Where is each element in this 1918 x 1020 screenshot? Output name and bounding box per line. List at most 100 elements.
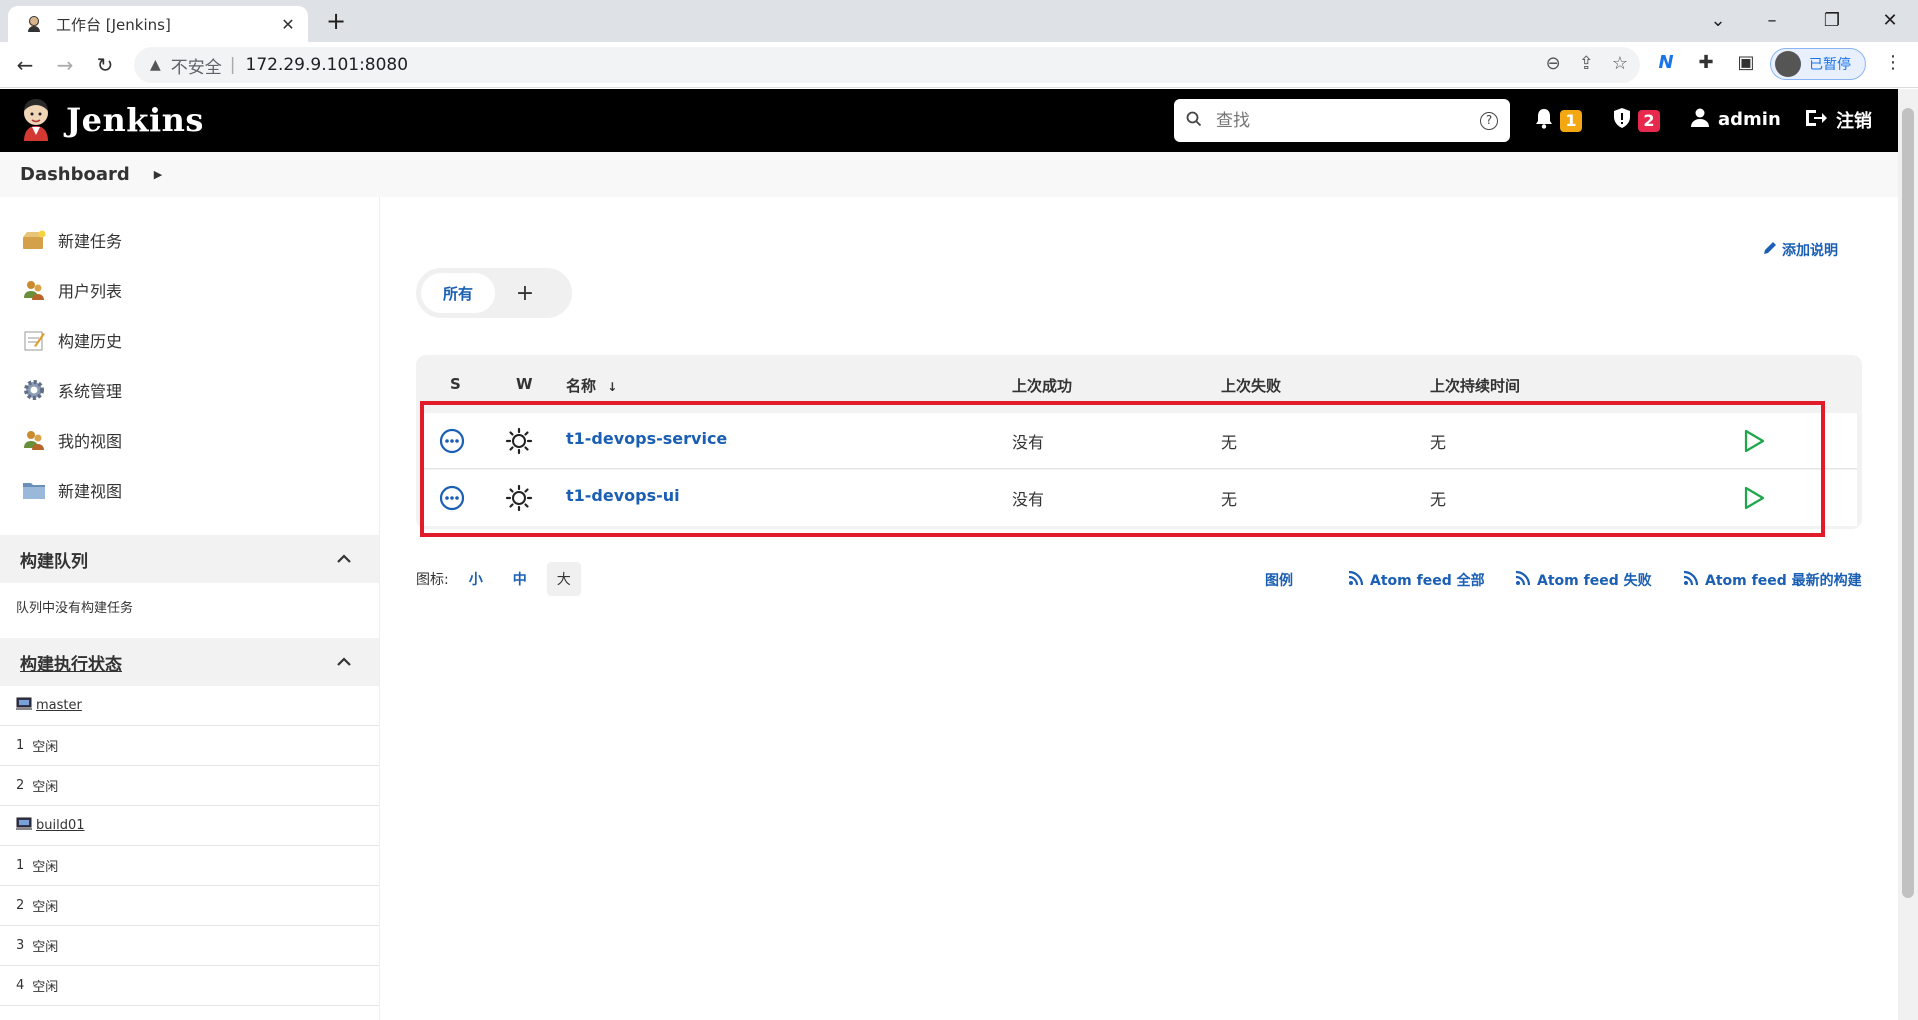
security-button[interactable]: 2 — [1612, 107, 1660, 134]
search-box[interactable]: ? — [1174, 99, 1510, 142]
notifications-badge: 1 — [1560, 109, 1582, 132]
search-help-icon[interactable]: ? — [1480, 111, 1498, 130]
gear-icon — [22, 378, 46, 402]
executor-slot: 1 空闲 — [0, 726, 379, 766]
node-build01[interactable]: build01 — [0, 806, 379, 846]
column-header-last-duration[interactable]: 上次持续时间 — [1430, 375, 1520, 396]
new-tab-button[interactable]: + — [322, 8, 350, 36]
browser-tab-strip: 工作台 [Jenkins] ✕ + ⌄ – ❐ ✕ — [0, 0, 1918, 42]
security-badge: 2 — [1638, 109, 1660, 132]
computer-icon — [16, 817, 32, 835]
minimize-button[interactable]: – — [1752, 6, 1792, 36]
column-header-status[interactable]: S — [450, 375, 461, 393]
jenkins-logo[interactable]: Jenkins — [18, 97, 204, 143]
insecure-label: 不安全 — [170, 57, 222, 78]
column-header-name[interactable]: 名称 ↓ — [566, 375, 617, 396]
atom-feed-latest-link[interactable]: Atom feed 最新的构建 — [1683, 570, 1862, 590]
executors-header[interactable]: 构建执行状态 — [0, 638, 379, 686]
sort-arrow-icon: ↓ — [607, 380, 618, 394]
extensions-puzzle-icon[interactable]: ✚ — [1693, 52, 1719, 73]
logout-button[interactable]: 注销 — [1804, 107, 1872, 133]
breadcrumb-dashboard[interactable]: Dashboard — [20, 164, 130, 185]
sidebar-item-build-history[interactable]: 构建历史 — [0, 315, 379, 365]
executor-number: 2 — [16, 778, 25, 793]
icon-size-label: 图标: — [416, 572, 449, 588]
executor-slot: 2 空闲 — [0, 766, 379, 806]
computer-icon — [16, 697, 32, 715]
page-scrollbar-thumb[interactable] — [1902, 108, 1914, 898]
executor-slot: 3 空闲 — [0, 926, 379, 966]
browser-menu-icon[interactable]: ⋮ — [1880, 52, 1906, 73]
new-item-icon — [22, 228, 46, 252]
collapse-chevron-icon[interactable] — [337, 549, 351, 569]
sidebar-item-users[interactable]: 用户列表 — [0, 265, 379, 315]
user-button[interactable]: admin — [1690, 107, 1781, 132]
node-name: build01 — [36, 818, 85, 833]
extension-n-icon[interactable]: N — [1653, 52, 1679, 73]
tab-all[interactable]: 所有 — [421, 273, 495, 313]
executor-slot: 2 空闲 — [0, 886, 379, 926]
icon-size-large[interactable]: 大 — [546, 562, 581, 596]
pencil-icon — [1762, 240, 1778, 260]
sidebar-item-manage[interactable]: 系统管理 — [0, 365, 379, 415]
collapse-chevron-icon[interactable] — [337, 652, 351, 672]
profile-button[interactable]: 已暂停 — [1770, 48, 1866, 80]
column-header-weather[interactable]: W — [516, 375, 533, 393]
search-input[interactable] — [1216, 110, 1480, 131]
add-description-link[interactable]: 添加说明 — [1762, 240, 1838, 260]
jenkins-brand: Jenkins — [66, 101, 204, 139]
notepad-icon — [22, 328, 46, 352]
atom-feed-all-link[interactable]: Atom feed 全部 — [1348, 570, 1485, 590]
executor-state: 空闲 — [32, 980, 59, 995]
build-queue-empty: 队列中没有构建任务 — [16, 601, 134, 616]
view-tabs: 所有 + — [416, 268, 572, 318]
executor-state: 空闲 — [32, 900, 59, 915]
sidebar-item-label: 构建历史 — [58, 332, 123, 351]
user-view-icon — [22, 428, 46, 452]
add-view-button[interactable]: + — [495, 281, 555, 306]
reload-button[interactable]: ↻ — [90, 50, 120, 80]
share-icon[interactable]: ⇪ — [1579, 53, 1594, 74]
node-master[interactable]: master — [0, 686, 379, 726]
executors-title[interactable]: 构建执行状态 — [20, 650, 122, 675]
avatar — [1775, 51, 1801, 77]
close-window-button[interactable]: ✕ — [1870, 6, 1910, 36]
column-header-last-failure[interactable]: 上次失败 — [1221, 375, 1281, 396]
browser-tab[interactable]: 工作台 [Jenkins] ✕ — [8, 6, 308, 42]
executor-slot: 1 空闲 — [0, 846, 379, 886]
add-description-label: 添加说明 — [1782, 243, 1838, 259]
sidebar-item-new-view[interactable]: 新建视图 — [0, 465, 379, 515]
notifications-button[interactable]: 1 — [1534, 107, 1582, 134]
sidebar-item-new-job[interactable]: 新建任务 — [0, 215, 379, 265]
tab-search-chevron-icon[interactable]: ⌄ — [1698, 6, 1738, 36]
omnibox-icons: ⊖ ⇪ ☆ — [1546, 53, 1628, 74]
back-button[interactable]: ← — [10, 50, 40, 80]
browser-toolbar: ← → ↻ ▲ 不安全 | 172.29.9.101:8080 ⊖ ⇪ ☆ N … — [0, 42, 1918, 88]
executor-slot: 4 空闲 — [0, 966, 379, 1006]
forward-button[interactable]: → — [50, 50, 80, 80]
build-queue-title: 构建队列 — [20, 551, 88, 572]
address-separator: | — [229, 55, 236, 75]
sidebar-item-my-views[interactable]: 我的视图 — [0, 415, 379, 465]
legend-link[interactable]: 图例 — [1265, 570, 1293, 590]
jenkins-butler-icon — [18, 97, 54, 143]
icon-size-medium[interactable]: 中 — [503, 562, 537, 596]
atom-feed-failed-link[interactable]: Atom feed 失败 — [1515, 570, 1652, 590]
build-queue-header[interactable]: 构建队列 — [0, 535, 379, 583]
breadcrumb-chevron-icon[interactable]: ▶ — [154, 168, 162, 181]
rss-icon — [1348, 570, 1364, 590]
icon-size-small[interactable]: 小 — [459, 562, 493, 596]
address-bar[interactable]: ▲ 不安全 | 172.29.9.101:8080 ⊖ ⇪ ☆ — [134, 47, 1640, 83]
shield-icon — [1612, 107, 1632, 134]
side-panel-icon[interactable]: ▣ — [1733, 52, 1759, 73]
restore-button[interactable]: ❐ — [1812, 6, 1852, 36]
executor-number: 4 — [16, 978, 25, 993]
executor-number: 1 — [16, 738, 25, 753]
tab-close-icon[interactable]: ✕ — [278, 15, 298, 34]
executor-state: 空闲 — [32, 780, 59, 795]
zoom-out-icon[interactable]: ⊖ — [1546, 53, 1561, 74]
column-header-last-success[interactable]: 上次成功 — [1012, 375, 1072, 396]
bell-icon — [1534, 107, 1554, 134]
build-queue-panel: 构建队列 队列中没有构建任务 — [0, 535, 379, 638]
bookmark-star-icon[interactable]: ☆ — [1612, 53, 1628, 74]
